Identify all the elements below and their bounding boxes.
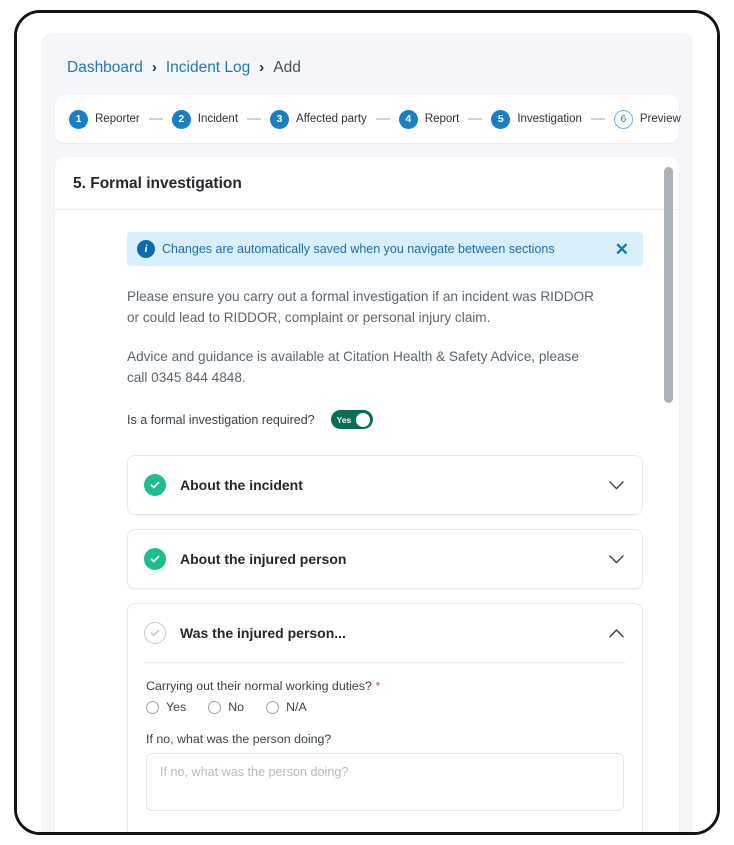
radio-label: N/A	[286, 700, 307, 715]
step-label: Incident	[197, 113, 239, 125]
field-what-was-person-doing: If no, what was the person doing?	[146, 732, 624, 816]
breadcrumb: Dashboard › Incident Log › Add	[55, 51, 679, 81]
step-number-badge: 1	[69, 109, 88, 129]
stepper-step-preview[interactable]: 6 Preview	[613, 109, 681, 129]
stepper-card: 1 Reporter 2 Incident 3 Affected party 4…	[55, 95, 681, 143]
stepper-step-affected-party[interactable]: 3 Affected party	[270, 109, 367, 129]
radio-option-na[interactable]: N/A	[266, 700, 307, 714]
check-circle-icon	[144, 548, 166, 571]
radio-circle-icon[interactable]	[266, 700, 280, 714]
accordion-header[interactable]: Was the injured person...	[128, 604, 642, 662]
accordion-title: About the injured person	[180, 551, 347, 568]
formal-investigation-required-row: Is a formal investigation required? Yes	[127, 410, 643, 430]
accordion-about-the-incident: About the incident	[127, 455, 643, 516]
breadcrumb-separator-icon: ›	[151, 58, 157, 76]
guidance-paragraph-2: Advice and guidance is available at Cita…	[127, 349, 579, 386]
radio-circle-icon[interactable]	[208, 700, 222, 714]
step-connector	[247, 118, 262, 120]
radio-circle-icon[interactable]	[146, 700, 159, 714]
step-connector	[590, 118, 605, 120]
check-circle-icon	[144, 474, 166, 497]
accordion-was-the-injured-person: Was the injured person... Carrying out t…	[127, 603, 643, 832]
radio-label: No	[228, 700, 245, 715]
step-label: Investigation	[517, 113, 582, 125]
accordion-header[interactable]: About the incident	[128, 456, 642, 514]
step-number-badge: 5	[491, 109, 511, 129]
page: Dashboard › Incident Log › Add 1 Reporte…	[17, 13, 717, 832]
step-label: Affected party	[296, 113, 367, 125]
accordion-body: Carrying out their normal working duties…	[128, 663, 642, 832]
stepper-step-incident[interactable]: 2 Incident	[171, 109, 239, 129]
stepper-step-reporter[interactable]: 1 Reporter	[69, 109, 140, 129]
scrollbar-thumb[interactable]	[664, 167, 673, 403]
field-label: Carrying out their normal working duties…	[146, 679, 624, 693]
field-normal-working-duties: Carrying out their normal working duties…	[146, 679, 624, 714]
what-was-person-doing-textarea[interactable]	[146, 753, 624, 812]
step-label: Preview	[639, 113, 681, 125]
radio-option-yes[interactable]: Yes	[146, 700, 186, 714]
step-label: Report	[424, 113, 460, 125]
accordion-header[interactable]: About the injured person	[128, 530, 642, 588]
chevron-up-icon[interactable]	[609, 629, 624, 638]
title-divider	[55, 209, 679, 210]
page-title: 5. Formal investigation	[73, 175, 242, 192]
autosave-info-banner: i Changes are automatically saved when y…	[127, 232, 643, 266]
card-body: i Changes are automatically saved when y…	[55, 232, 679, 832]
radio-group: Yes No N/A	[146, 700, 624, 714]
breadcrumb-item-incident-log[interactable]: Incident Log	[166, 59, 250, 77]
browser-viewport: Dashboard › Incident Log › Add 1 Reporte…	[17, 13, 717, 832]
chevron-down-icon[interactable]	[609, 481, 624, 490]
radio-label: Yes	[166, 700, 187, 715]
guidance-paragraph-1: Please ensure you carry out a formal inv…	[127, 289, 594, 326]
step-connector	[375, 118, 390, 120]
step-number-badge: 2	[171, 109, 191, 129]
info-banner-text: Changes are automatically saved when you…	[162, 242, 555, 256]
breadcrumb-item-add: Add	[273, 59, 301, 76]
step-connector	[148, 118, 163, 120]
step-label: Reporter	[95, 113, 140, 125]
step-number-badge: 6	[613, 109, 633, 129]
stepper-step-report[interactable]: 4 Report	[398, 109, 460, 129]
chevron-down-icon[interactable]	[609, 555, 624, 564]
accordion-about-the-injured-person: About the injured person	[127, 529, 643, 590]
accordion-title: About the incident	[180, 477, 303, 494]
breadcrumb-separator-icon: ›	[259, 58, 265, 76]
info-icon: i	[137, 240, 155, 258]
field-label: If no, what was the person doing?	[146, 732, 332, 747]
formal-investigation-required-toggle[interactable]: Yes	[330, 410, 373, 430]
step-number-badge: 3	[270, 109, 290, 129]
required-marker: *	[375, 679, 381, 694]
toggle-state-text: Yes	[336, 414, 352, 425]
device-frame: Dashboard › Incident Log › Add 1 Reporte…	[14, 10, 720, 835]
investigation-accordion-list: About the incident About the injured per…	[127, 455, 643, 832]
page-content: Dashboard › Incident Log › Add 1 Reporte…	[41, 33, 693, 832]
toggle-label: Is a formal investigation required?	[127, 412, 315, 427]
step-number-badge: 4	[398, 109, 418, 129]
formal-investigation-card: 5. Formal investigation i Changes are au…	[55, 157, 679, 832]
breadcrumb-item-dashboard[interactable]: Dashboard	[67, 59, 143, 77]
radio-option-no[interactable]: No	[208, 700, 244, 714]
step-connector	[468, 118, 483, 120]
stepper: 1 Reporter 2 Incident 3 Affected party 4…	[69, 109, 681, 129]
toggle-knob	[355, 412, 370, 427]
field-label-text: Carrying out their normal working duties…	[146, 679, 372, 694]
close-icon[interactable]: ✕	[613, 239, 631, 260]
accordion-title: Was the injured person...	[180, 625, 346, 642]
check-circle-outline-icon	[144, 622, 166, 645]
stepper-step-investigation[interactable]: 5 Investigation	[491, 109, 582, 129]
